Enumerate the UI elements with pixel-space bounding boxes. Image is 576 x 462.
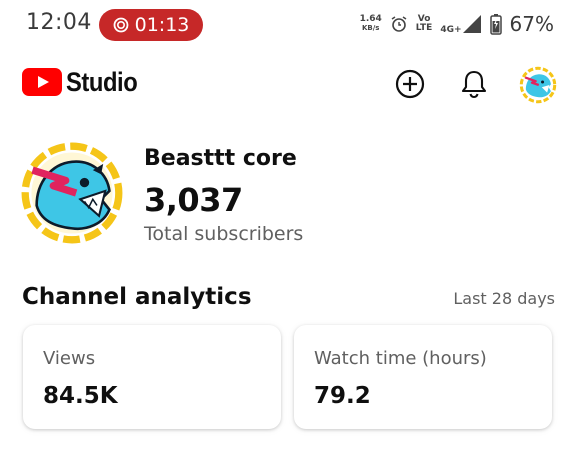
subscriber-label: Total subscribers (144, 223, 304, 245)
notifications-button[interactable] (456, 66, 492, 102)
battery-percent: 67% (509, 12, 554, 36)
youtube-logo-icon[interactable] (22, 68, 62, 96)
watch-time-card[interactable]: Watch time (hours) 79.2 (294, 325, 552, 429)
signal-icon (462, 15, 481, 33)
channel-name: Beasttt core (144, 146, 297, 171)
channel-avatar[interactable] (20, 141, 124, 245)
app-header: Studio (0, 58, 576, 110)
status-bar: 12:04 01:13 1.64 KB/s Vo LTE 4G+ 67% (0, 0, 576, 50)
recording-timer: 01:13 (134, 14, 190, 36)
card-label: Watch time (hours) (314, 348, 487, 369)
card-value: 79.2 (314, 383, 371, 409)
battery-icon (489, 14, 502, 35)
account-avatar[interactable] (519, 66, 557, 104)
record-icon (113, 17, 129, 33)
analytics-title: Channel analytics (22, 284, 252, 310)
app-title: Studio (66, 67, 138, 97)
analytics-range[interactable]: Last 28 days (453, 289, 555, 308)
beast-avatar-icon (20, 141, 124, 245)
alarm-icon (391, 16, 407, 32)
card-label: Views (43, 348, 96, 369)
volte-indicator: Vo LTE (415, 14, 433, 33)
network-type: 4G+ (440, 25, 462, 35)
add-circle-icon (395, 69, 425, 99)
network-speed: 1.64 KB/s (359, 14, 382, 33)
beast-avatar-icon (519, 66, 557, 104)
views-card[interactable]: Views 84.5K (23, 325, 281, 429)
status-time: 12:04 (26, 10, 92, 35)
create-button[interactable] (392, 66, 428, 102)
card-value: 84.5K (43, 383, 118, 409)
bell-icon (461, 70, 487, 99)
screen-record-pill[interactable]: 01:13 (99, 9, 203, 41)
subscriber-count: 3,037 (144, 181, 243, 219)
